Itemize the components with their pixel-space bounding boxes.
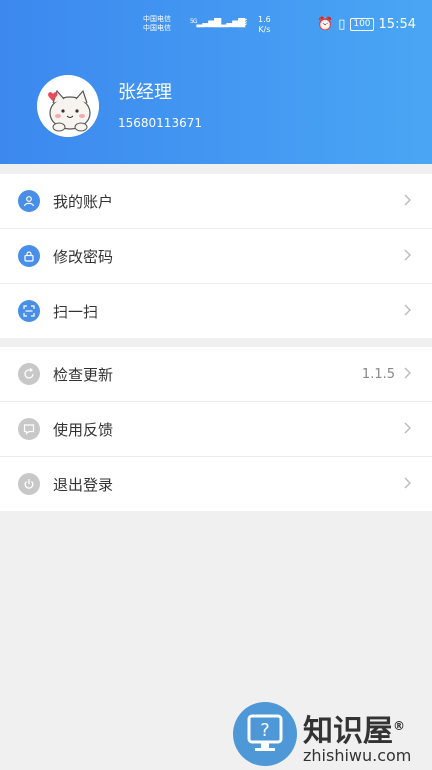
menu-item-logout[interactable]: 退出登录 <box>0 457 432 511</box>
menu-label: 扫一扫 <box>53 302 99 321</box>
status-right: ⏰ ▯ 100 15:54 <box>317 17 416 32</box>
feedback-icon <box>18 418 40 440</box>
svg-text:?: ? <box>260 720 270 741</box>
chevron-right-icon <box>404 477 411 489</box>
carrier-1: 中国电信 <box>143 15 171 23</box>
watermark-url: zhishiwu.com <box>303 746 412 765</box>
chevron-right-icon <box>404 304 411 316</box>
carrier-2: 中国电信 <box>143 24 171 32</box>
status-bar: 中国电信 中国电信 5G▂▃▅▇ 5G▂▃▅▇ ≋ 1.6 K/s ⏰ ▯ 10… <box>0 0 432 38</box>
menu-item-my-account[interactable]: 我的账户 <box>0 174 432 229</box>
profile-phone: 15680113671 <box>118 116 202 130</box>
chevron-right-icon <box>404 367 411 379</box>
menu-group-account: 我的账户 修改密码 扫一扫 <box>0 174 432 338</box>
refresh-icon <box>18 363 40 385</box>
status-time: 15:54 <box>378 17 416 32</box>
chevron-right-icon <box>404 422 411 434</box>
watermark-logo: ? <box>233 702 297 766</box>
network-speed: 1.6 K/s <box>258 15 271 34</box>
help-monitor-icon: ? <box>247 714 283 751</box>
user-icon <box>18 190 40 212</box>
profile-name: 张经理 <box>118 82 172 103</box>
menu-item-scan[interactable]: 扫一扫 <box>0 284 432 338</box>
menu-item-feedback[interactable]: 使用反馈 <box>0 402 432 457</box>
watermark-cn: 知识屋® <box>303 714 405 749</box>
chevron-right-icon <box>404 249 411 261</box>
menu-label: 使用反馈 <box>53 420 114 439</box>
cat-avatar-icon <box>37 75 99 137</box>
menu-label: 检查更新 <box>53 365 114 384</box>
watermark: ? 知识屋® zhishiwu.com <box>233 702 432 768</box>
menu-label: 修改密码 <box>53 247 114 266</box>
menu-item-check-update[interactable]: 检查更新 1.1.5 <box>0 347 432 402</box>
lock-icon <box>18 245 40 267</box>
menu-label: 我的账户 <box>53 192 114 211</box>
wifi-icon: ≋ <box>238 15 248 29</box>
profile-header: 中国电信 中国电信 5G▂▃▅▇ 5G▂▃▅▇ ≋ 1.6 K/s ⏰ ▯ 10… <box>0 0 432 164</box>
avatar[interactable] <box>37 75 99 137</box>
vibrate-icon: ▯ <box>338 17 346 32</box>
carrier-labels: 中国电信 中国电信 <box>143 15 171 33</box>
battery-indicator: 100 <box>350 18 374 31</box>
scan-icon <box>18 300 40 322</box>
menu-item-change-password[interactable]: 修改密码 <box>0 229 432 284</box>
version-value: 1.1.5 <box>361 366 395 382</box>
menu-group-system: 检查更新 1.1.5 使用反馈 退出登录 <box>0 347 432 511</box>
alarm-icon: ⏰ <box>317 17 334 32</box>
menu-label: 退出登录 <box>53 475 114 494</box>
power-icon <box>18 473 40 495</box>
chevron-right-icon <box>404 194 411 206</box>
